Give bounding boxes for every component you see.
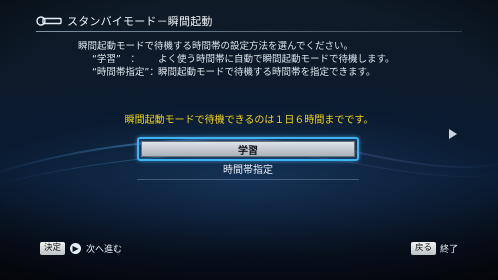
description-block: 瞬間起動モードで待機する時間帯の設定方法を選んでください。 “学習” ： よく使… [78, 40, 468, 79]
option-learning-button[interactable]: 学習 [137, 137, 359, 161]
description-text: 瞬間起動モードで待機する時間帯を指定できます。 [158, 67, 376, 78]
description-item-timeslot: “時間帯指定”： 瞬間起動モードで待機する時間帯を指定できます。 [78, 66, 468, 79]
description-text: よく使う時間帯に自動で瞬間起動モードで待機します。 [158, 54, 395, 65]
description-term: “時間帯指定”： [92, 67, 159, 78]
options-list: 学習 時間帯指定 [137, 137, 359, 180]
option-timeslot-button[interactable]: 時間帯指定 [137, 162, 359, 180]
page-title: スタンバイモード－瞬間起動 [67, 15, 213, 28]
header-divider [36, 31, 462, 32]
confirm-key-badge: 決定 [40, 242, 66, 255]
footer-confirm-hint: 決定 ▶ 次へ進む [40, 242, 122, 255]
description-item-learning: “学習” ： よく使う時間帯に自動で瞬間起動モードで待機します。 [78, 53, 468, 66]
right-arrow-icon [449, 129, 457, 139]
option-label: 学習 [141, 141, 355, 157]
footer-back-hint: 戻る 終了 [410, 242, 458, 255]
back-label: 終了 [439, 245, 458, 255]
arrow-circle-icon: ▶ [70, 243, 82, 254]
confirm-label: 次へ進む [86, 245, 123, 255]
description-term: “学習” ： [92, 54, 140, 65]
description-intro: 瞬間起動モードで待機する時間帯の設定方法を選んでください。 [78, 41, 354, 52]
screen-header: スタンバイモード－瞬間起動 [36, 13, 213, 29]
back-key-badge[interactable]: 戻る [410, 242, 436, 255]
standby-remote-icon [36, 16, 62, 26]
notice-text: 瞬間起動モードで待機できるのは１日６時間までです。 [124, 115, 374, 126]
